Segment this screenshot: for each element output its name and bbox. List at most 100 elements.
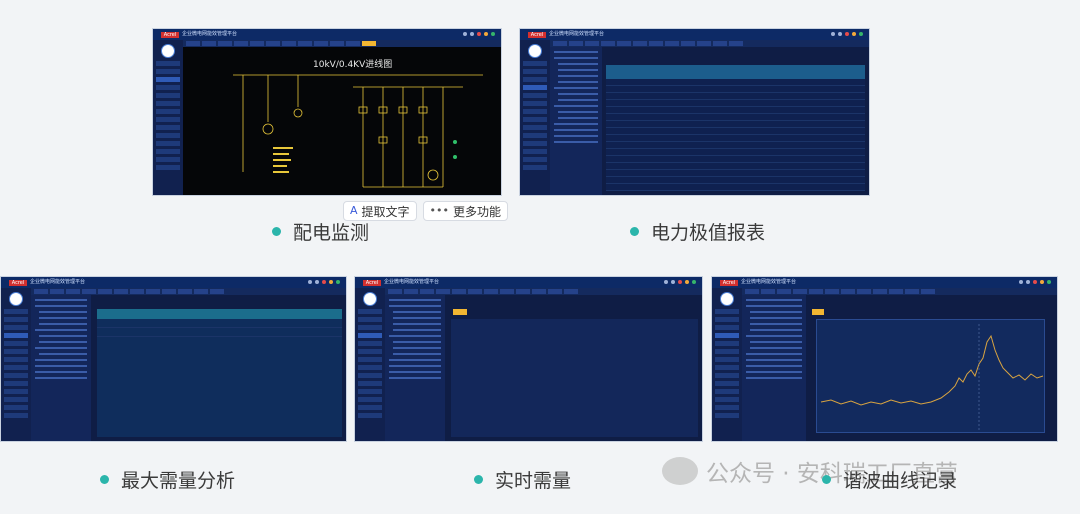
avatar <box>528 44 542 58</box>
table-row <box>606 114 865 121</box>
table-row <box>606 163 865 170</box>
more-functions-button[interactable]: ••• 更多功能 <box>422 201 509 221</box>
app-title: 企业微电网能效管理平台 <box>384 279 440 285</box>
table-row <box>606 142 865 149</box>
caption-power-monitoring: 配电监测 <box>272 219 370 244</box>
header-icons <box>664 280 696 284</box>
sidebar <box>520 40 550 195</box>
avatar <box>161 44 175 58</box>
status-icon <box>491 32 495 36</box>
tab-strip <box>550 40 869 47</box>
app-header: Acrel 企业微电网能效管理平台 <box>355 277 702 288</box>
bullet-dot <box>272 226 281 236</box>
harmonic-view <box>742 295 1057 441</box>
tab-strip <box>31 288 346 295</box>
sidebar-item <box>156 61 180 66</box>
report-view <box>550 47 869 195</box>
sidebar-item <box>156 157 180 162</box>
app-brand: Acrel 企业微电网能效管理平台 <box>363 279 439 286</box>
app-brand: Acrel 企业微电网能效管理平台 <box>720 279 796 286</box>
table-row <box>606 79 865 86</box>
bullet-dot <box>100 474 109 484</box>
more-dots-icon: ••• <box>429 204 450 217</box>
bell-icon <box>470 32 474 36</box>
app-brand: Acrel 企业微电网能效管理平台 <box>528 31 604 38</box>
table-row <box>606 177 865 184</box>
harmonic-curve-line <box>820 324 1044 430</box>
caption-text: 配电监测 <box>293 221 370 244</box>
sidebar-item <box>156 117 180 122</box>
tab-strip <box>183 40 501 47</box>
app-header: Acrel 企业微电网能效管理平台 <box>520 29 869 40</box>
bullet-dot <box>630 226 639 236</box>
sidebar <box>153 40 183 195</box>
table-row <box>97 319 342 328</box>
sidebar-item <box>156 125 180 130</box>
device-tree <box>385 295 445 441</box>
wiring-diagram <box>233 74 483 188</box>
header-icons <box>831 32 863 36</box>
warning-icon <box>852 32 856 36</box>
brand-logo: Acrel <box>161 31 179 38</box>
sidebar-item <box>156 101 180 106</box>
screenshot-max-demand-analysis: Acrel 企业微电网能效管理平台 <box>0 276 347 442</box>
sidebar-item <box>156 109 180 114</box>
sidebar-item <box>156 165 180 170</box>
table-row <box>606 128 865 135</box>
demand-view <box>31 295 346 441</box>
avatar <box>9 292 23 306</box>
sidebar-item-active <box>156 77 180 82</box>
avatar <box>363 292 377 306</box>
table-row <box>606 86 865 93</box>
sidebar-item <box>156 69 180 74</box>
screenshot-realtime-demand: Acrel 企业微电网能效管理平台 <box>354 276 703 442</box>
alarm-icon <box>477 32 481 36</box>
sidebar-item <box>156 133 180 138</box>
search-icon <box>831 32 835 36</box>
caption-text: 电力极值报表 <box>651 221 766 244</box>
app-title: 企业微电网能效管理平台 <box>741 279 797 285</box>
table-row <box>606 135 865 142</box>
table-header <box>97 309 342 319</box>
warning-icon <box>484 32 488 36</box>
brand-logo: Acrel <box>720 279 738 286</box>
search-icon <box>463 32 467 36</box>
header-icons <box>1019 280 1051 284</box>
report-table <box>606 65 865 191</box>
text-scan-icon: A <box>350 204 358 217</box>
tab-strip <box>385 288 702 295</box>
single-line-diagram: 10kV/0.4KV进线图 <box>183 47 501 195</box>
brand-logo: Acrel <box>363 279 381 286</box>
table-header <box>606 65 865 79</box>
sidebar-item <box>156 149 180 154</box>
realtime-chart-area <box>451 319 698 437</box>
sidebar <box>355 288 385 441</box>
header-icons <box>308 280 340 284</box>
demand-table <box>97 309 342 437</box>
screenshot-harmonic-curve: Acrel 企业微电网能效管理平台 <box>711 276 1058 442</box>
realtime-view <box>385 295 702 441</box>
table-row <box>606 184 865 191</box>
caption-realtime-demand: 实时需量 <box>474 467 572 492</box>
table-row <box>606 93 865 100</box>
query-button[interactable] <box>453 309 467 315</box>
sidebar <box>712 288 742 441</box>
app-header: Acrel 企业微电网能效管理平台 <box>712 277 1057 288</box>
query-button[interactable] <box>812 309 824 315</box>
avatar <box>720 292 734 306</box>
table-row <box>97 328 342 337</box>
caption-text: 最大需量分析 <box>121 469 236 492</box>
table-row <box>606 107 865 114</box>
table-row <box>606 170 865 177</box>
bullet-dot <box>822 474 831 484</box>
table-row <box>606 149 865 156</box>
table-row <box>606 121 865 128</box>
app-header: Acrel 企业微电网能效管理平台 <box>153 29 501 40</box>
app-title: 企业微电网能效管理平台 <box>30 279 86 285</box>
caption-text: 实时需量 <box>495 469 572 492</box>
more-functions-label: 更多功能 <box>453 204 502 219</box>
device-tree <box>31 295 91 441</box>
alarm-icon <box>845 32 849 36</box>
caption-text: 谐波曲线记录 <box>843 469 958 492</box>
caption-harmonic-curve: 谐波曲线记录 <box>822 467 958 492</box>
